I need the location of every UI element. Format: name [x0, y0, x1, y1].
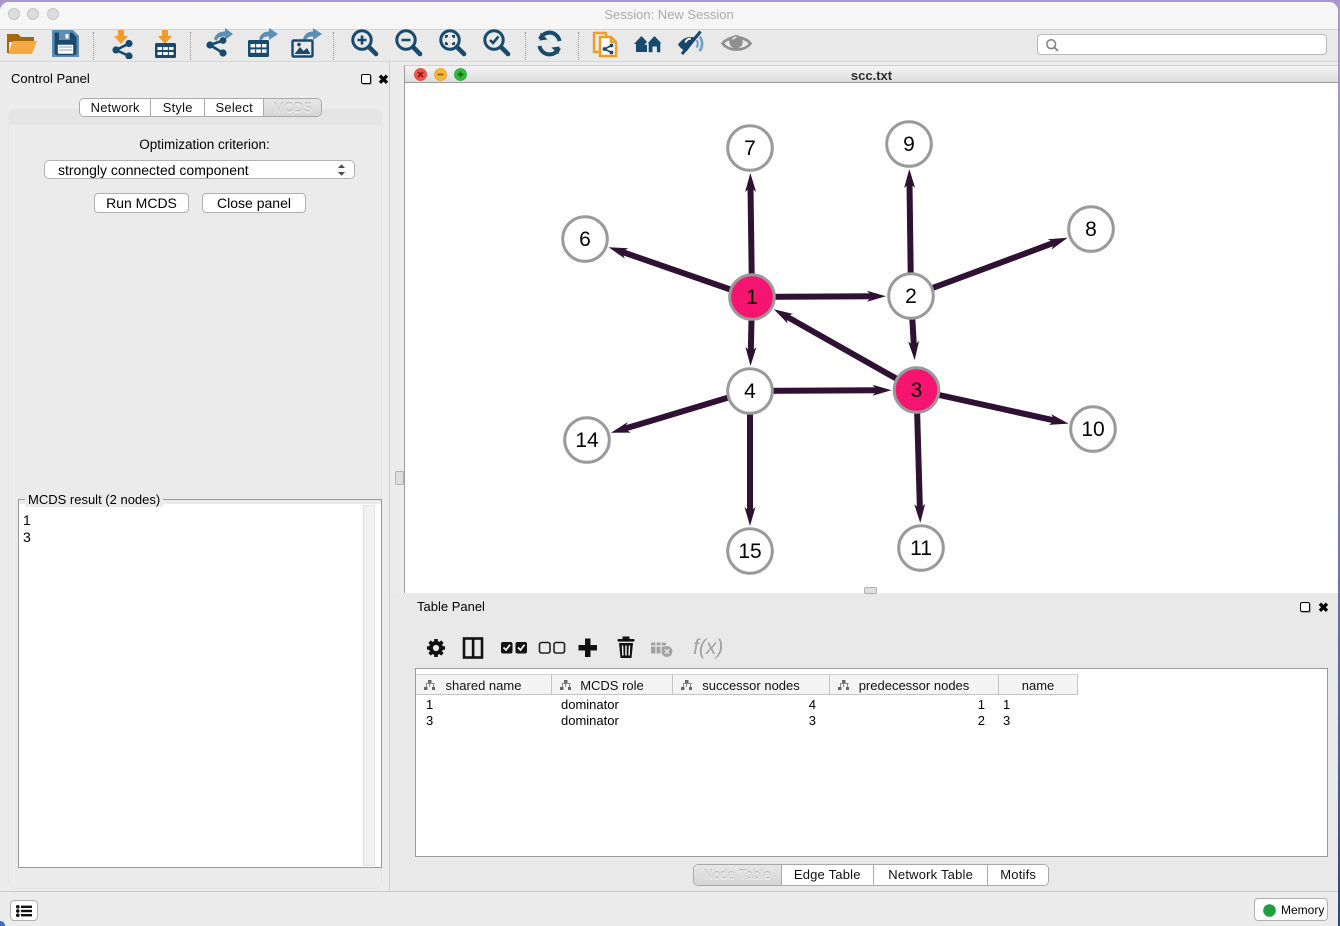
- svg-text:2: 2: [905, 285, 917, 308]
- svg-text:11: 11: [910, 537, 932, 560]
- svg-text:8: 8: [1085, 218, 1097, 241]
- svg-text:1: 1: [746, 286, 758, 309]
- svg-text:4: 4: [744, 380, 756, 403]
- svg-text:3: 3: [911, 379, 923, 402]
- svg-text:14: 14: [575, 429, 599, 452]
- svg-text:7: 7: [744, 137, 756, 160]
- svg-text:15: 15: [738, 540, 761, 563]
- svg-text:10: 10: [1081, 418, 1104, 441]
- svg-text:f(x): f(x): [693, 636, 723, 659]
- svg-text:6: 6: [579, 228, 591, 251]
- svg-text:9: 9: [903, 133, 915, 156]
